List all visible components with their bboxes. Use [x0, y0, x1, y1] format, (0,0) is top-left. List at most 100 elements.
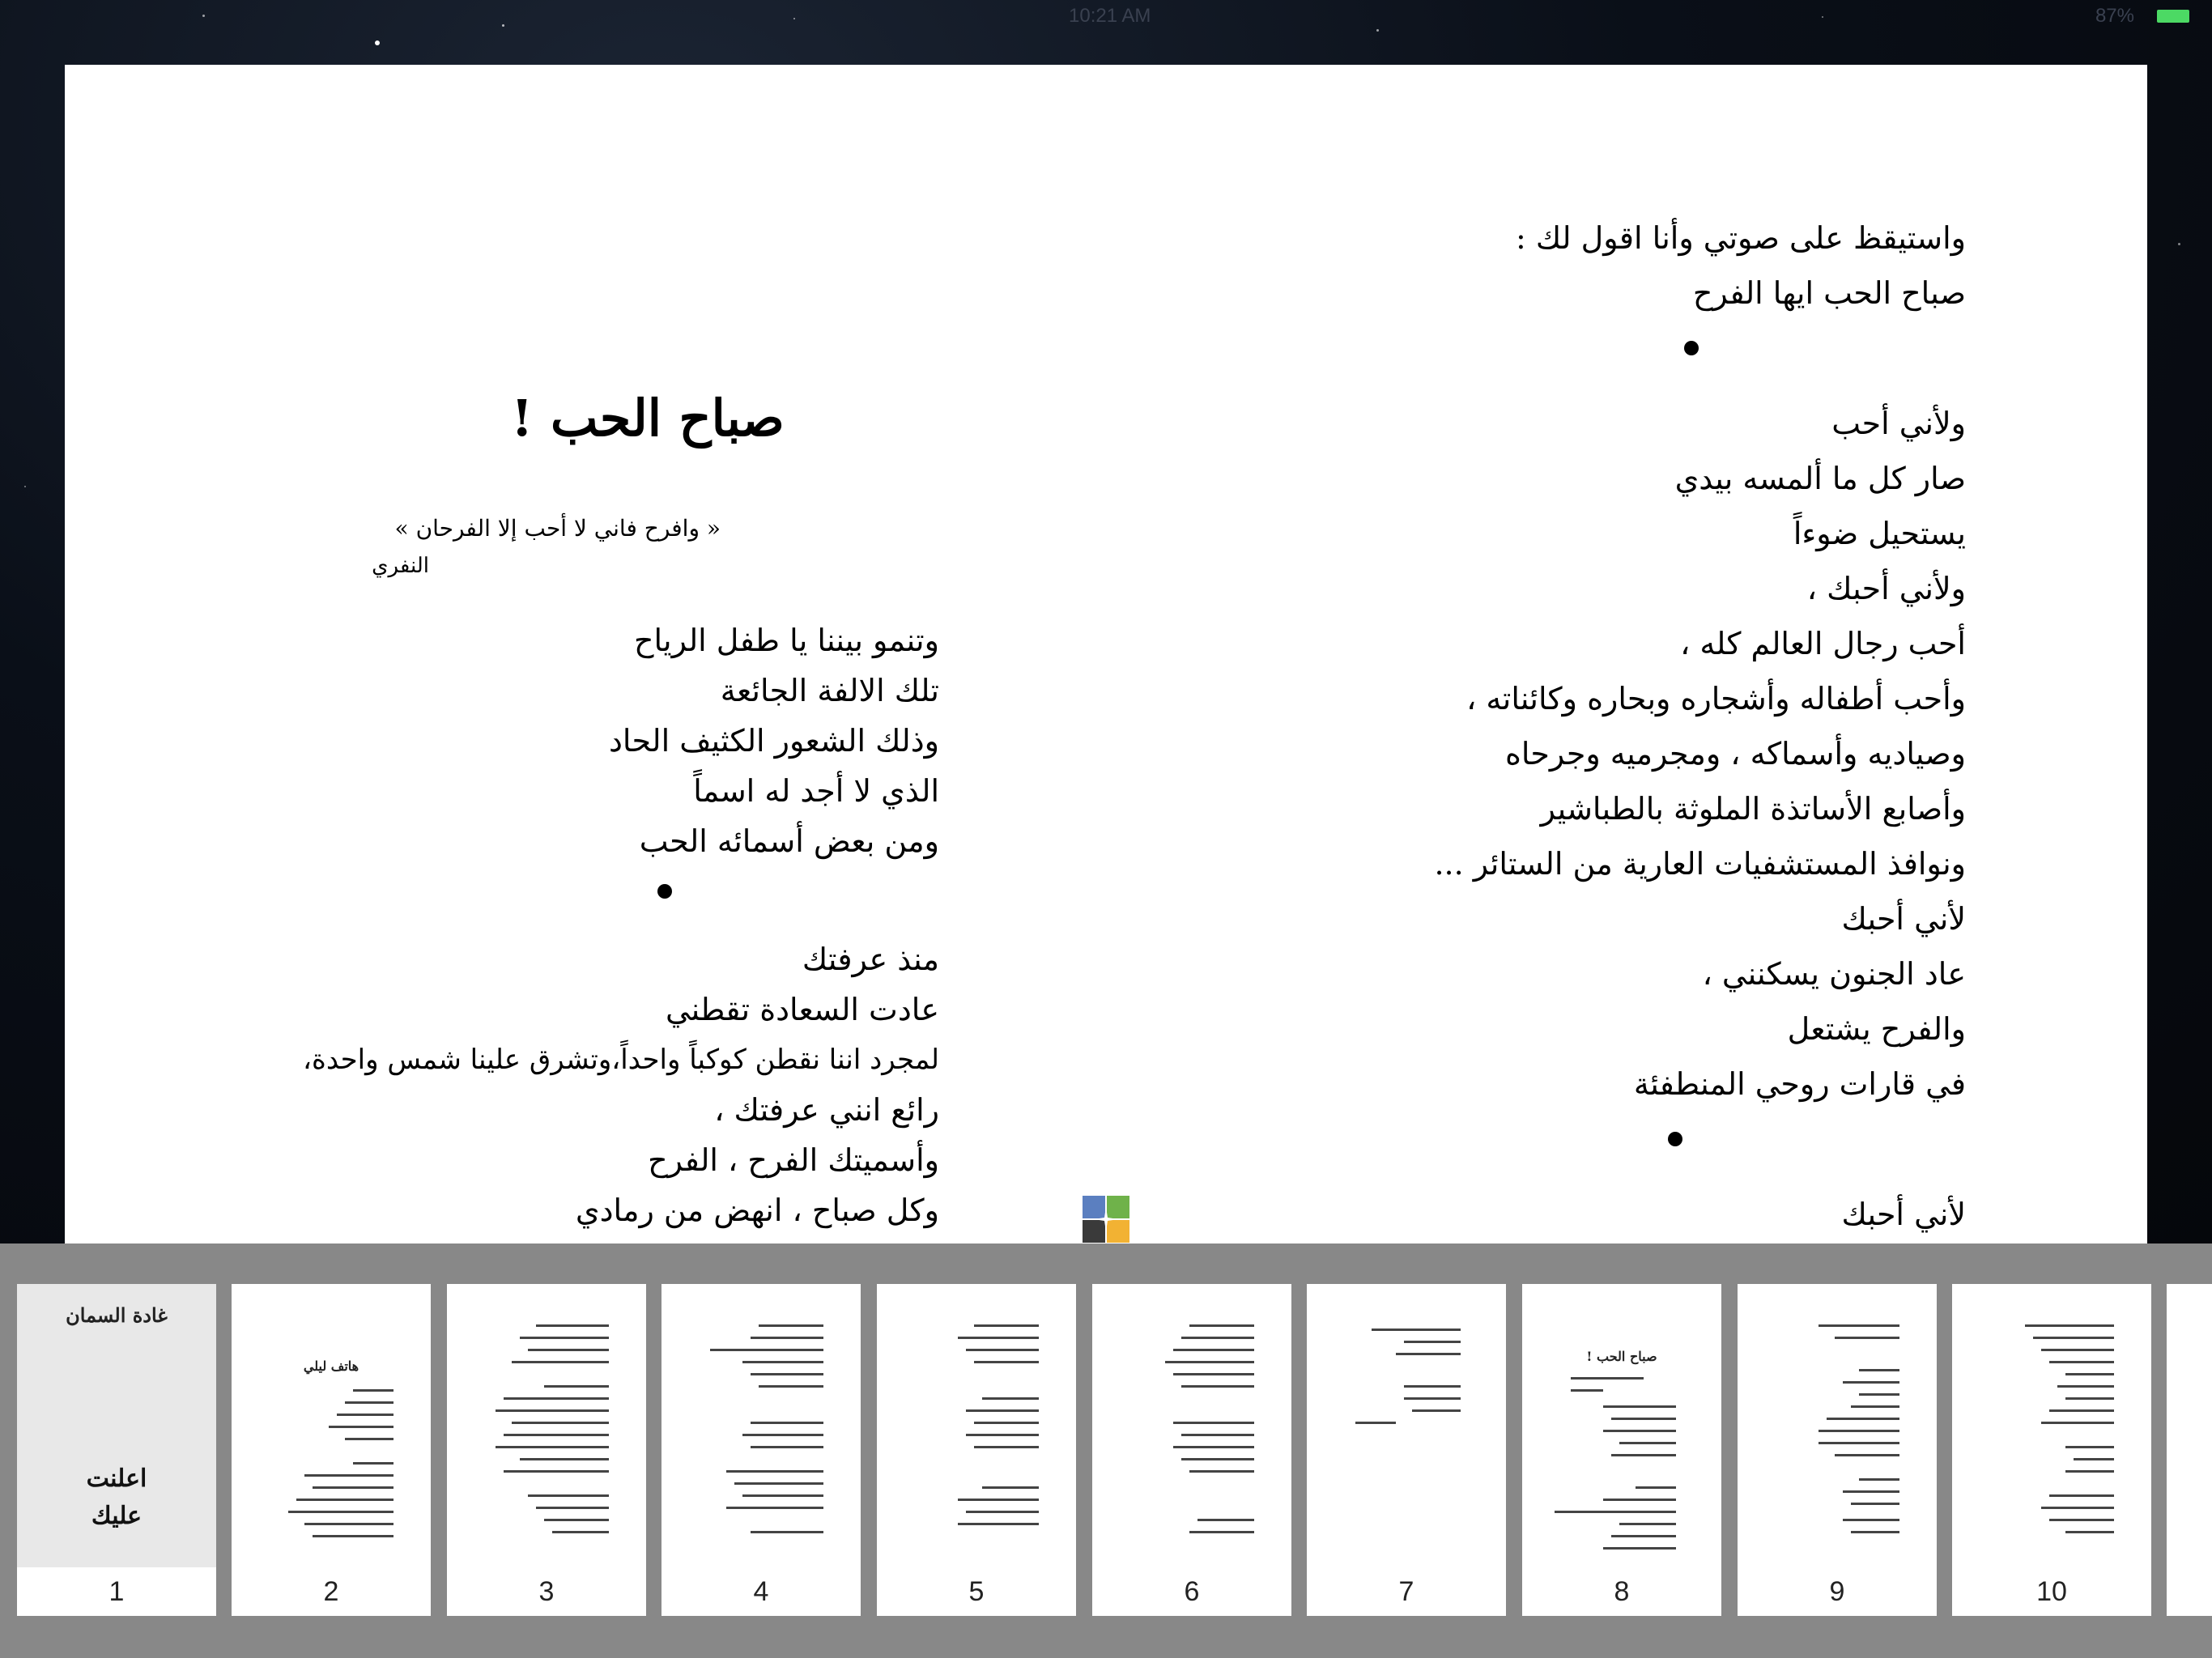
page-thumbnail[interactable]: 7: [1307, 1284, 1506, 1616]
text-line: [751, 1531, 823, 1533]
status-time: 10:21 AM: [1069, 5, 1151, 27]
text-line: [1396, 1353, 1461, 1355]
text-line: [1603, 1499, 1676, 1501]
text-line: [1404, 1397, 1461, 1400]
page-thumbnail[interactable]: 3: [447, 1284, 646, 1616]
text-line: [528, 1494, 609, 1497]
text-line: [2049, 1494, 2114, 1497]
page-thumbnail[interactable]: غادة السمان اعلنت عليك 1: [17, 1284, 216, 1616]
page-thumbnail[interactable]: هاتف ليلي 2: [232, 1284, 431, 1616]
poem-line: ونوافذ المستشفيات العارية من الستائر ...: [1434, 846, 1966, 882]
epigraph: « وافرح فاني لا أحب إلا الفرحان »: [394, 515, 721, 542]
thumbnail-heading: هاتف ليلي: [303, 1358, 359, 1374]
text-line: [2049, 1361, 2114, 1363]
text-line: [1859, 1369, 1899, 1371]
text-line: [2065, 1470, 2114, 1473]
text-line: [1851, 1503, 1899, 1505]
poem-line: أحب رجال العالم كله ،: [1680, 626, 1966, 661]
text-line: [1181, 1385, 1254, 1388]
text-line: [288, 1511, 393, 1513]
text-line: [1859, 1393, 1899, 1396]
page-number: 3: [447, 1567, 646, 1616]
thumbnail-page: هاتف ليلي: [232, 1284, 431, 1567]
text-line: [1603, 1547, 1676, 1550]
text-line: [1611, 1454, 1676, 1456]
text-line: [751, 1422, 823, 1424]
poem-line: ولأني أحبك ،: [1806, 571, 1966, 606]
text-line: [552, 1531, 609, 1533]
text-line: [496, 1409, 609, 1412]
text-line: [304, 1474, 393, 1477]
poem-line: ولأني أحب: [1831, 406, 1966, 441]
thumbnail-page: [1307, 1284, 1506, 1567]
text-line: [1181, 1458, 1254, 1460]
text-line: [544, 1385, 609, 1388]
star: [2178, 243, 2180, 245]
text-line: [966, 1511, 1039, 1513]
text-line: [353, 1389, 393, 1392]
page-thumbnail[interactable]: 6: [1092, 1284, 1291, 1616]
text-line: [958, 1523, 1039, 1525]
text-line: [974, 1422, 1039, 1424]
section-divider: [275, 884, 939, 934]
text-line: [2041, 1349, 2114, 1351]
page-thumbnail[interactable]: 5: [877, 1284, 1076, 1616]
page-number: 4: [661, 1567, 861, 1616]
page-thumbnail[interactable]: صباح الحب ! 8: [1522, 1284, 1721, 1616]
section-divider: [1036, 341, 1966, 396]
thumbnail-cover-author: اعلنت عليك: [17, 1460, 216, 1535]
text-line: [958, 1337, 1039, 1339]
text-line: [1819, 1324, 1899, 1327]
poem-line: الذي لا أجد له اسماً: [693, 773, 939, 809]
thumbnail-page: [661, 1284, 861, 1567]
text-line: [751, 1373, 823, 1375]
page-thumbnail-strip[interactable]: غادة السمان اعلنت عليك 1 هاتف ليلي 2 3 4…: [0, 1244, 2212, 1658]
text-line: [1372, 1329, 1461, 1331]
text-line: [1851, 1531, 1899, 1533]
text-line: [520, 1458, 609, 1460]
text-line: [2057, 1385, 2114, 1388]
section-divider: [1036, 1132, 1966, 1187]
app-logo-icon[interactable]: [1083, 1196, 1129, 1243]
page-thumbnail-partial[interactable]: [2167, 1284, 2212, 1616]
text-line: [313, 1535, 393, 1537]
poem-line: والفرح يشتعل: [1787, 1011, 1966, 1047]
poem-line: وتنمو بيننا يا طفل الرياح: [633, 623, 939, 658]
page-number: 7: [1307, 1567, 1506, 1616]
page-thumbnail[interactable]: 10: [1952, 1284, 2151, 1616]
page-thumbnail[interactable]: 4: [661, 1284, 861, 1616]
text-line: [982, 1486, 1039, 1489]
text-line: [2033, 1337, 2114, 1339]
text-line: [1404, 1341, 1461, 1343]
thumbnail-page: [1738, 1284, 1937, 1567]
poem-line: منذ عرفتك: [802, 942, 939, 977]
text-line: [1619, 1442, 1676, 1444]
poem-line: وأحب أطفاله وأشجاره وبحاره وكائناته ،: [1466, 681, 1966, 716]
text-line: [974, 1361, 1039, 1363]
text-line: [751, 1446, 823, 1448]
text-line: [1571, 1377, 1644, 1380]
text-line: [974, 1324, 1039, 1327]
text-line: [2065, 1446, 2114, 1448]
text-line: [1555, 1511, 1676, 1513]
text-line: [734, 1482, 823, 1485]
text-line: [1173, 1446, 1254, 1448]
text-line: [2049, 1519, 2114, 1521]
page-number: 2: [232, 1567, 431, 1616]
text-line: [1835, 1454, 1899, 1456]
text-line: [2074, 1458, 2114, 1460]
text-line: [1636, 1486, 1676, 1489]
poem-line: رائع انني عرفتك ،: [714, 1092, 939, 1128]
cover-line: اعلنت: [86, 1465, 147, 1493]
text-line: [1197, 1519, 1254, 1521]
text-line: [742, 1434, 823, 1436]
page-number: 5: [877, 1567, 1076, 1616]
bullet-dot-icon: [1684, 341, 1699, 355]
page-number: 6: [1092, 1567, 1291, 1616]
book-page-spread[interactable]: واستيقظ على صوتي وأنا اقول لك : صباح الح…: [65, 65, 2147, 1244]
text-line: [504, 1470, 609, 1473]
text-line: [1859, 1478, 1899, 1481]
page-thumbnail[interactable]: 9: [1738, 1284, 1937, 1616]
thumbnail-page: صباح الحب !: [1522, 1284, 1721, 1567]
text-line: [496, 1446, 609, 1448]
